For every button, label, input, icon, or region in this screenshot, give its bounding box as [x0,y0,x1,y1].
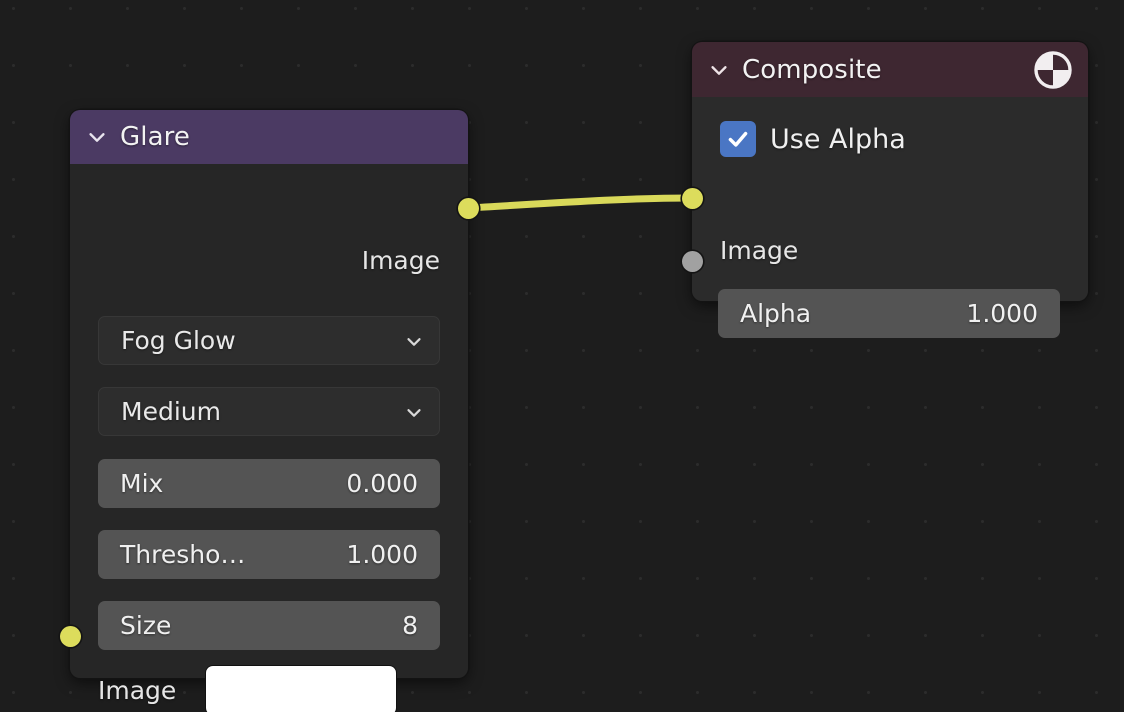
composite-input-socket-image[interactable] [681,187,703,209]
chevron-down-icon[interactable] [86,126,108,148]
link-glare-image-to-composite-image [464,194,694,212]
glare-input-socket-image[interactable] [59,625,81,647]
node-editor-canvas[interactable]: Glare Image Fog Glow Medium Mix 0.000 Th… [0,0,1124,712]
composite-alpha-slider[interactable]: Alpha 1.000 [718,289,1060,338]
compositing-output-icon [1032,49,1074,91]
glare-size-value: 8 [402,611,418,640]
glare-input-image-color-swatch[interactable] [206,666,397,712]
glare-size-slider[interactable]: Size 8 [98,601,440,650]
node-composite-title: Composite [742,54,882,85]
chevron-down-icon[interactable] [708,59,730,81]
glare-output-image-row: Image [362,246,440,275]
glare-output-socket-image[interactable] [457,197,479,219]
glare-quality-dropdown[interactable]: Medium [98,387,440,436]
glare-output-image-label: Image [361,246,440,275]
glare-threshold-label: Thresho… [120,540,246,569]
glare-input-image-row: Image [98,666,440,712]
glare-mix-label: Mix [120,469,164,498]
glare-quality-value: Medium [121,397,221,426]
node-composite[interactable]: Composite Use Alpha Image Alpha 1.000 [681,42,1088,338]
glare-type-dropdown[interactable]: Fog Glow [98,316,440,365]
glare-mix-value: 0.000 [346,469,418,498]
glare-input-image-label: Image [98,676,177,705]
glare-mix-slider[interactable]: Mix 0.000 [98,459,440,508]
chevron-down-icon [403,330,425,352]
node-glare-header[interactable]: Glare [70,110,468,164]
node-composite-header[interactable]: Composite [692,42,1088,97]
glare-threshold-value: 1.000 [346,540,418,569]
node-glare-body: Image Fog Glow Medium Mix 0.000 Thresho…… [70,164,468,712]
node-glare[interactable]: Glare Image Fog Glow Medium Mix 0.000 Th… [59,110,479,712]
composite-input-socket-alpha[interactable] [681,250,703,272]
composite-input-image-row: Image [720,236,798,265]
composite-input-image-label: Image [720,236,799,265]
glare-size-label: Size [120,611,172,640]
node-composite-body: Use Alpha Image Alpha 1.000 [692,97,1088,338]
chevron-down-icon [403,401,425,423]
composite-alpha-label: Alpha [740,299,812,328]
composite-alpha-value: 1.000 [966,299,1038,328]
use-alpha-label: Use Alpha [770,123,906,155]
glare-type-value: Fog Glow [121,326,236,355]
use-alpha-checkbox[interactable] [720,121,756,157]
glare-threshold-slider[interactable]: Thresho… 1.000 [98,530,440,579]
composite-use-alpha-row[interactable]: Use Alpha [720,121,906,157]
node-glare-title: Glare [120,122,190,152]
